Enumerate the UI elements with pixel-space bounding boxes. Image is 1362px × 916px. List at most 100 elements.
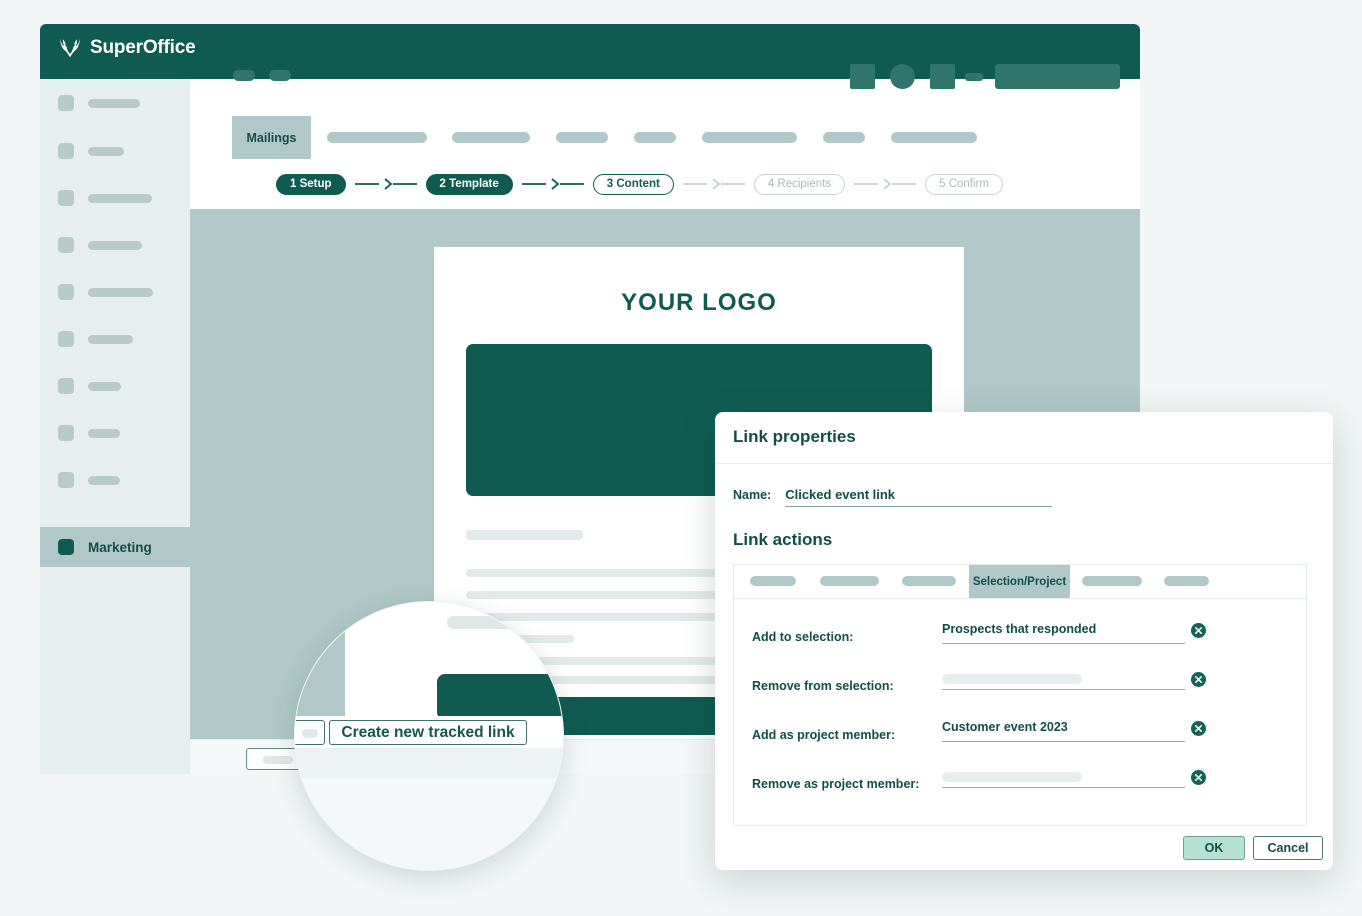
- square-icon-2[interactable]: [930, 64, 955, 89]
- add-to-selection-label: Add to selection:: [752, 630, 854, 644]
- add-to-selection-input[interactable]: Prospects that responded: [942, 622, 1185, 644]
- sidebar-icon-4: [58, 237, 74, 253]
- sidebar-item-label-marketing: Marketing: [88, 539, 152, 555]
- wizard-step-3-content[interactable]: 3 Content: [592, 173, 674, 195]
- tab-placeholder-3[interactable]: [556, 132, 608, 143]
- sidebar-label-9: [88, 475, 120, 485]
- magnified-body-line: [447, 616, 533, 629]
- owl-logo-icon: [59, 38, 81, 58]
- tab-placeholder-4[interactable]: [634, 132, 676, 143]
- link-actions-tab-placeholder-4[interactable]: [1082, 576, 1142, 586]
- sidebar-label-2: [88, 146, 124, 156]
- wizard-step-5-confirm[interactable]: 5 Confirm: [925, 173, 1003, 195]
- sidebar-label-5: [88, 287, 153, 297]
- wizard-step-5-label: 5 Confirm: [939, 178, 989, 190]
- clear-circle-icon[interactable]: [1191, 770, 1206, 785]
- magnified-toolbar-button[interactable]: [295, 720, 325, 745]
- link-actions-tab-placeholder-5[interactable]: [1164, 576, 1209, 586]
- wizard-step-4-recipients[interactable]: 4 Recipients: [753, 173, 846, 195]
- topbar-placeholder-pill-1[interactable]: [233, 70, 255, 81]
- remove-from-selection-input[interactable]: [942, 671, 1185, 690]
- tab-placeholder-7[interactable]: [891, 132, 977, 143]
- screen-root: SuperOffice Marketing Mailings 1 Setup 2…: [0, 0, 1362, 916]
- form-row-add-to-selection: Add to selection: Prospects that respond…: [734, 616, 1306, 665]
- circle-avatar-icon[interactable]: [890, 64, 915, 89]
- marketing-square-icon: [58, 539, 74, 555]
- sidebar-item-marketing[interactable]: Marketing: [40, 527, 190, 567]
- sidebar-item-2[interactable]: [58, 143, 124, 159]
- sidebar-label-7: [88, 381, 121, 391]
- sidebar-item-3[interactable]: [58, 190, 152, 206]
- add-as-project-member-input[interactable]: Customer event 2023: [942, 720, 1185, 742]
- remove-as-project-member-input[interactable]: [942, 769, 1185, 788]
- sidebar-icon-8: [58, 425, 74, 441]
- sidebar-icon-9: [58, 472, 74, 488]
- sidebar-item-4[interactable]: [58, 237, 142, 253]
- sidebar-label-3: [88, 193, 152, 203]
- name-input[interactable]: Clicked event link: [785, 487, 1053, 507]
- tab-placeholder-5[interactable]: [702, 132, 797, 143]
- mail-body-line-1: [466, 530, 583, 540]
- magnified-strip-1: [295, 748, 563, 778]
- clear-circle-icon[interactable]: [1191, 721, 1206, 736]
- sidebar-item-5[interactable]: [58, 284, 153, 300]
- sidebar-item-1[interactable]: [58, 95, 140, 111]
- clear-circle-icon[interactable]: [1191, 623, 1206, 638]
- tab-selection-project-label: Selection/Project: [972, 575, 1067, 588]
- link-actions-tab-placeholder-2[interactable]: [820, 576, 879, 586]
- tab-placeholder-6[interactable]: [823, 132, 865, 143]
- wizard-step-4-label: 4 Recipients: [767, 178, 832, 190]
- name-label: Name:: [733, 488, 772, 502]
- wizard-step-3-label: 3 Content: [606, 178, 660, 190]
- sidebar-label-6: [88, 334, 133, 344]
- sidebar-item-6[interactable]: [58, 331, 133, 347]
- create-new-tracked-link-button[interactable]: Create new tracked link: [329, 720, 527, 745]
- left-sidebar: Marketing: [40, 79, 190, 774]
- sidebar-item-8[interactable]: [58, 425, 120, 441]
- dialog-header: Link properties: [715, 412, 1333, 464]
- sidebar-icon-2: [58, 143, 74, 159]
- clear-circle-icon[interactable]: [1191, 672, 1206, 687]
- tab-selection-project[interactable]: Selection/Project: [969, 565, 1070, 598]
- link-actions-tab-placeholder-3[interactable]: [902, 576, 956, 586]
- link-properties-dialog: Link properties Name: Clicked event link…: [715, 412, 1333, 870]
- form-row-add-as-project-member: Add as project member: Customer event 20…: [734, 714, 1306, 763]
- wizard-step-1-setup[interactable]: 1 Setup: [276, 173, 346, 195]
- tab-mailings[interactable]: Mailings: [232, 116, 311, 159]
- remove-from-selection-empty-placeholder: [942, 674, 1082, 684]
- wizard-step-1-label: 1 Setup: [290, 178, 332, 190]
- topbar-placeholder-pill-2[interactable]: [269, 70, 291, 81]
- cancel-button[interactable]: Cancel: [1253, 836, 1323, 860]
- cancel-button-label: Cancel: [1267, 841, 1309, 855]
- create-new-tracked-link-label: Create new tracked link: [341, 723, 515, 741]
- brand-logo-group: SuperOffice: [58, 37, 196, 59]
- toolbar-button-1-label: [263, 756, 293, 764]
- tab-placeholder-2[interactable]: [452, 132, 530, 143]
- sidebar-icon-6: [58, 331, 74, 347]
- wizard-arrow-3: [682, 178, 745, 190]
- sidebar-item-7[interactable]: [58, 378, 121, 394]
- ok-button[interactable]: OK: [1183, 836, 1245, 860]
- app-top-bar: SuperOffice: [40, 24, 1140, 89]
- form-row-remove-as-project-member: Remove as project member:: [734, 763, 1306, 812]
- name-row: Name: Clicked event link: [733, 487, 1053, 507]
- search-field-placeholder[interactable]: [995, 64, 1120, 89]
- ok-button-label: OK: [1204, 841, 1224, 855]
- form-row-remove-from-selection: Remove from selection:: [734, 665, 1306, 714]
- tab-placeholder-1[interactable]: [327, 132, 427, 143]
- add-as-project-member-value: Customer event 2023: [942, 720, 1068, 734]
- add-as-project-member-label: Add as project member:: [752, 728, 896, 742]
- menu-bar-icon[interactable]: [965, 73, 983, 81]
- wizard-step-2-template[interactable]: 2 Template: [425, 173, 513, 195]
- link-actions-tab-placeholder-1[interactable]: [750, 576, 796, 586]
- sidebar-item-9[interactable]: [58, 472, 120, 488]
- wizard-arrow-1: [354, 178, 417, 190]
- remove-as-project-member-label: Remove as project member:: [752, 777, 920, 791]
- wizard-step-2-label: 2 Template: [439, 178, 499, 190]
- link-actions-heading: Link actions: [733, 530, 833, 549]
- magnified-strip-2: [295, 778, 563, 870]
- sidebar-icon-1: [58, 95, 74, 111]
- wizard-arrow-4: [854, 178, 917, 190]
- square-icon[interactable]: [850, 64, 875, 89]
- sidebar-icon-3: [58, 190, 74, 206]
